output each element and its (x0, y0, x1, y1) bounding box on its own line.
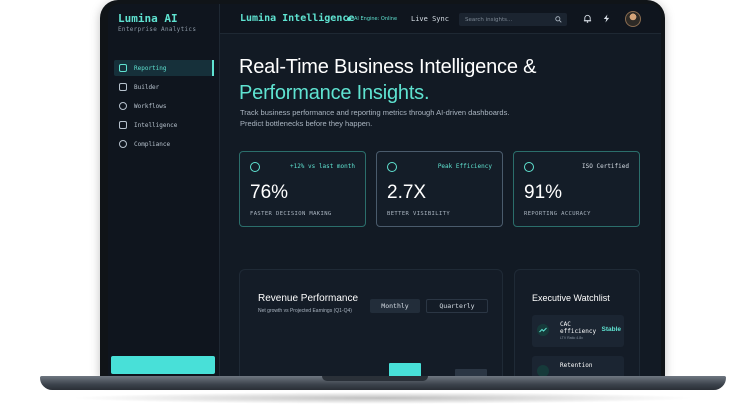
revenue-subtitle: Net growth vs Projected Earnings (Q1-Q4) (258, 308, 352, 314)
search-input[interactable] (459, 13, 547, 26)
shield-icon (119, 140, 127, 148)
retention-icon (537, 365, 549, 376)
watchlist-title: Executive Watchlist (532, 293, 610, 303)
revenue-title: Revenue Performance (258, 293, 359, 304)
bell-icon[interactable] (583, 14, 592, 23)
laptop-notch (322, 376, 428, 381)
stat-tag: ISO Certified (582, 163, 629, 170)
stat-label: FASTER DECISION MAKING (250, 211, 332, 217)
check-icon (524, 162, 534, 172)
workflow-icon (119, 102, 127, 110)
stat-tag: +12% vs last month (289, 163, 355, 170)
sidebar-item-label: Workflows (134, 102, 167, 110)
stat-value: 91% (524, 182, 563, 203)
watchlist-item[interactable]: CAC efficiency LTV Ratio 4.8x Stable (532, 315, 624, 347)
revenue-panel: Revenue Performance Net growth vs Projec… (239, 269, 503, 376)
tab-monthly[interactable]: Monthly (370, 299, 420, 313)
sidebar-item-label: Compliance (134, 140, 171, 148)
stat-card-decision: +12% vs last month 76% FASTER DECISION M… (239, 151, 366, 227)
document-icon (119, 121, 127, 129)
chart-bar (455, 369, 487, 376)
brand-title: Lumina AI (118, 12, 178, 25)
sidebar-item-intelligence[interactable]: Intelligence (114, 117, 214, 133)
eye-icon (387, 162, 397, 172)
stat-label: BETTER VISIBILITY (387, 211, 451, 217)
brand-subtitle: Enterprise Analytics (118, 26, 197, 33)
sidebar-item-label: Intelligence (134, 121, 178, 129)
gauge-icon (250, 162, 260, 172)
watchlist-item-meta: LTV Ratio 4.8x (560, 336, 583, 340)
status-dot-icon (347, 17, 351, 21)
list-icon (119, 83, 127, 91)
sidebar-nav: Reporting Builder Workflows Intelligence… (114, 60, 214, 155)
watchlist-item-name: Retention (560, 362, 593, 369)
hero-title: Real-Time Business Intelligence & Perfor… (239, 54, 659, 106)
sidebar-item-builder[interactable]: Builder (114, 79, 214, 95)
sidebar-item-reporting[interactable]: Reporting (114, 60, 214, 76)
watchlist-panel: Executive Watchlist CAC efficiency LTV R… (514, 269, 640, 376)
live-sync-toggle[interactable]: Live Sync (411, 15, 449, 23)
hero-subtitle: Track business performance and reporting… (240, 108, 510, 128)
search-box (459, 13, 567, 26)
page-title: Lumina Intelligence (240, 13, 355, 24)
sidebar-item-label: Builder (134, 83, 160, 91)
watchlist-item-name: CAC efficiency (560, 321, 597, 335)
hero-title-line1: Real-Time Business Intelligence & (239, 56, 537, 78)
laptop-shadow (70, 392, 696, 404)
avatar[interactable] (625, 11, 641, 27)
top-bar: Lumina Intelligence AI Engine: Online Li… (220, 4, 661, 34)
tab-quarterly[interactable]: Quarterly (426, 299, 488, 313)
watchlist-item-status: Stable (601, 326, 621, 333)
engine-status-badge: AI Engine: Online (347, 16, 397, 22)
chart-bar (389, 363, 421, 376)
stat-value: 76% (250, 182, 289, 203)
stat-label: REPORTING ACCURACY (524, 211, 591, 217)
sidebar: Lumina AI Enterprise Analytics Reporting… (108, 4, 220, 376)
engine-status-label: AI Engine: Online (354, 16, 398, 22)
search-icon[interactable] (555, 16, 562, 23)
stat-card-visibility: Peak Efficiency 2.7X BETTER VISIBILITY (376, 151, 503, 227)
hero-title-line2: Performance Insights. (239, 82, 430, 104)
grid-icon (119, 64, 127, 72)
sidebar-item-label: Reporting (134, 64, 167, 72)
trend-up-icon (537, 324, 549, 336)
sidebar-item-workflows[interactable]: Workflows (114, 98, 214, 114)
sidebar-cta-button[interactable] (111, 356, 215, 374)
watchlist-item[interactable]: Retention (532, 356, 624, 376)
stat-value: 2.7X (387, 182, 427, 203)
sidebar-item-compliance[interactable]: Compliance (114, 136, 214, 152)
app-screen: Lumina AI Enterprise Analytics Reporting… (108, 4, 661, 376)
stat-tag: Peak Efficiency (437, 163, 492, 170)
lightning-icon[interactable] (602, 14, 611, 23)
stat-card-accuracy: ISO Certified 91% REPORTING ACCURACY (513, 151, 640, 227)
